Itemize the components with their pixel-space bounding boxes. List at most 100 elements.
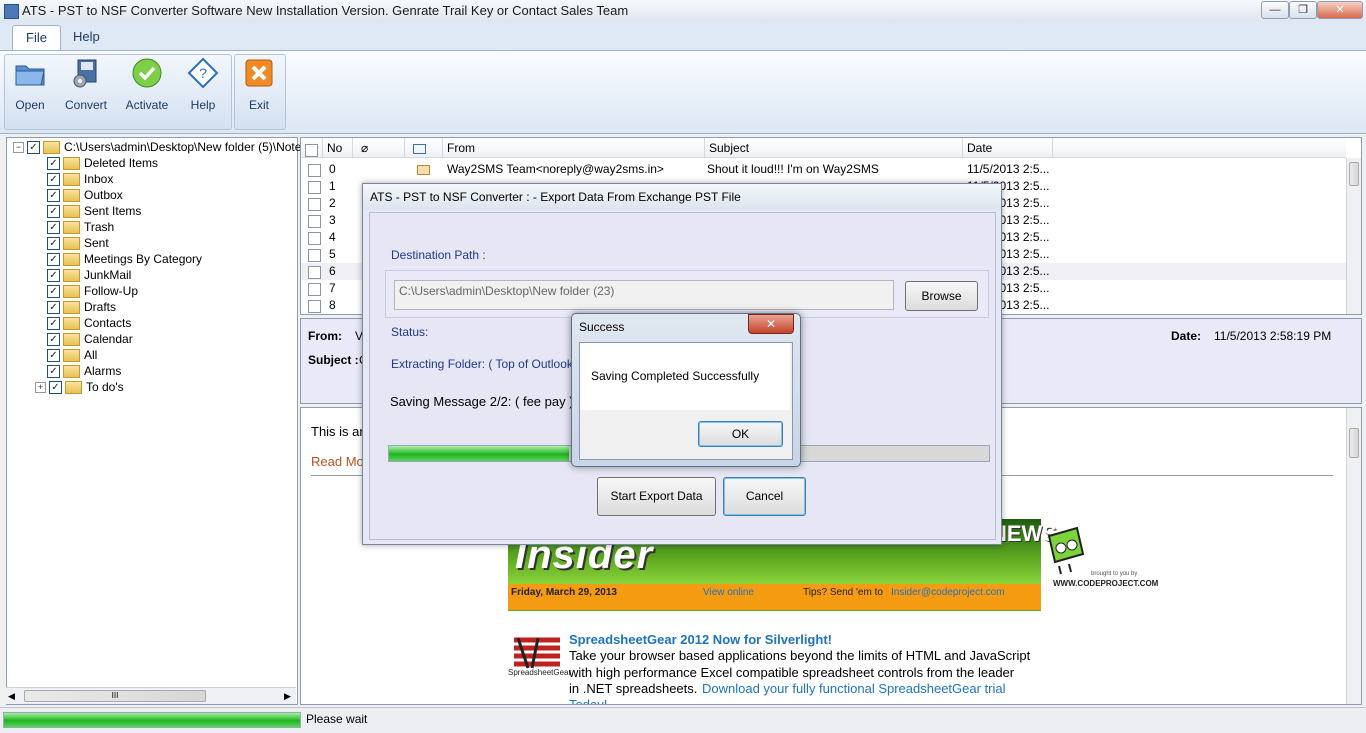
tree-item-label: Drafts: [84, 300, 117, 314]
tree-item-checkbox[interactable]: ✓: [47, 221, 60, 235]
tree-item-checkbox[interactable]: ✓: [47, 333, 60, 347]
column-read[interactable]: [405, 138, 443, 158]
row-checkbox[interactable]: [308, 249, 321, 262]
expand-icon[interactable]: +: [35, 382, 46, 394]
select-all-checkbox[interactable]: [305, 144, 318, 158]
tree-root[interactable]: − ✓ C:\Users\admin\Desktop\New folder (5)\…: [13, 139, 318, 155]
tree-item[interactable]: ✓ JunkMail: [47, 267, 131, 283]
tree-item-checkbox[interactable]: ✓: [47, 189, 60, 203]
tree-item[interactable]: ✓ Sent: [47, 235, 109, 251]
tree-item[interactable]: ✓ Calendar: [47, 331, 133, 347]
tab-help[interactable]: Help: [60, 25, 113, 49]
banner-view-online-link[interactable]: View online: [703, 587, 754, 598]
ad-line-1: Take your browser based applications bey…: [569, 648, 1031, 663]
tree-item[interactable]: ✓ Outbox: [47, 187, 123, 203]
row-checkbox[interactable]: [308, 164, 321, 177]
ad-title-link[interactable]: SpreadsheetGear 2012 Now for Silverlight…: [569, 632, 832, 647]
tree-item[interactable]: ✓ Deleted Items: [47, 155, 158, 171]
convert-button[interactable]: Convert: [60, 55, 112, 115]
export-dialog-title-bar: ATS - PST to NSF Converter : - Export Da…: [363, 184, 1001, 210]
help-button[interactable]: ? Help: [180, 55, 226, 115]
start-export-button[interactable]: Start Export Data: [597, 477, 716, 516]
row-checkbox[interactable]: [308, 300, 321, 313]
tree-item[interactable]: ✓ Inbox: [47, 171, 113, 187]
folder-icon: [43, 141, 60, 155]
list-vertical-scrollbar[interactable]: [1346, 158, 1361, 314]
ad-today-link[interactable]: Today!: [569, 697, 607, 704]
column-from[interactable]: From: [443, 138, 705, 158]
maximize-button[interactable]: ❐: [1289, 1, 1317, 19]
browse-button[interactable]: Browse: [905, 281, 978, 311]
success-close-button[interactable]: ✕: [748, 314, 794, 334]
tree-item-checkbox[interactable]: ✓: [47, 157, 60, 171]
tree-item-checkbox[interactable]: ✓: [47, 285, 60, 299]
tree-item[interactable]: ✓ Drafts: [47, 299, 116, 315]
tree-item-checkbox[interactable]: ✓: [47, 237, 60, 251]
list-scroll-thumb[interactable]: [1349, 162, 1359, 186]
minimize-button[interactable]: —: [1261, 1, 1289, 19]
activate-button[interactable]: Activate: [120, 55, 174, 115]
tree-root-label: C:\Users\admin\Desktop\New folder (5)\No…: [64, 140, 319, 154]
date-value: 11/5/2013 2:58:19 PM: [1214, 329, 1332, 343]
collapse-icon[interactable]: −: [13, 142, 24, 154]
tree-horizontal-scrollbar[interactable]: ◀ III ▶: [6, 687, 296, 704]
tree-scroll-thumb[interactable]: III: [24, 690, 206, 702]
tree-item-label: Contacts: [84, 316, 132, 330]
tree-item[interactable]: ✓ Meetings By Category: [47, 251, 202, 267]
row-checkbox[interactable]: [308, 198, 321, 211]
ok-button[interactable]: OK: [698, 421, 783, 447]
row-checkbox[interactable]: [308, 283, 321, 296]
tree-item-checkbox[interactable]: ✓: [47, 365, 60, 379]
tab-file[interactable]: File: [12, 25, 61, 50]
row-checkbox[interactable]: [308, 181, 321, 194]
row-checkbox[interactable]: [308, 232, 321, 245]
read-more-link[interactable]: Read Mor: [311, 454, 368, 469]
tree-item-checkbox[interactable]: ✓: [49, 381, 62, 395]
tree-item-label: Sent Items: [84, 204, 142, 218]
ad-download-link[interactable]: Download your fully functional Spreadshe…: [702, 681, 1006, 696]
row-from: Way2SMS Team<noreply@way2sms.in>: [447, 162, 664, 176]
tree-item-checkbox[interactable]: ✓: [47, 205, 60, 219]
destination-path-input[interactable]: C:\Users\admin\Desktop\New folder (23): [394, 280, 894, 310]
exit-button[interactable]: Exit: [238, 55, 280, 115]
banner-email-link[interactable]: Insider@codeproject.com: [891, 587, 1005, 598]
tree-item-checkbox[interactable]: ✓: [47, 301, 60, 315]
help-label: Help: [190, 98, 216, 112]
tree-item[interactable]: ✓ Alarms: [47, 363, 121, 379]
folder-icon: [63, 317, 80, 331]
scroll-right-arrow[interactable]: ▶: [284, 691, 291, 702]
folder-tree[interactable]: − ✓ C:\Users\admin\Desktop\New folder (5)\…: [6, 137, 318, 705]
tree-item[interactable]: + ✓ To do's: [35, 379, 124, 395]
select-all-header[interactable]: [301, 138, 323, 158]
tree-item-label: Calendar: [84, 332, 133, 346]
folder-icon: [63, 285, 80, 299]
tree-item-checkbox[interactable]: ✓: [47, 253, 60, 267]
row-no: 3: [329, 213, 336, 227]
tree-item[interactable]: ✓ Sent Items: [47, 203, 141, 219]
column-date[interactable]: Date: [963, 138, 1053, 158]
open-button[interactable]: Open: [8, 55, 52, 115]
tree-item-checkbox[interactable]: ✓: [47, 173, 60, 187]
tree-item[interactable]: ✓ All: [47, 347, 97, 363]
tree-item[interactable]: ✓ Trash: [47, 219, 114, 235]
column-subject[interactable]: Subject: [705, 138, 963, 158]
banner-site: WWW.CODEPROJECT.COM: [1053, 579, 1159, 588]
preview-scroll-thumb[interactable]: [1349, 428, 1359, 458]
row-checkbox[interactable]: [308, 215, 321, 228]
scroll-left-arrow[interactable]: ◀: [8, 691, 15, 702]
tree-item-checkbox[interactable]: ✓: [47, 317, 60, 331]
row-checkbox[interactable]: [308, 266, 321, 279]
activate-label: Activate: [125, 98, 169, 112]
tree-item-checkbox[interactable]: ✓: [47, 349, 60, 363]
codeproject-bob-icon: [1047, 526, 1085, 575]
cancel-button[interactable]: Cancel: [723, 477, 806, 516]
tree-root-checkbox[interactable]: ✓: [27, 141, 40, 155]
tree-item[interactable]: ✓ Contacts: [47, 315, 131, 331]
column-attachment[interactable]: ⌀: [353, 138, 405, 158]
tree-item-checkbox[interactable]: ✓: [47, 269, 60, 283]
preview-vertical-scrollbar[interactable]: [1346, 408, 1361, 704]
tree-item[interactable]: ✓ Follow-Up: [47, 283, 138, 299]
table-row[interactable]: 0 Way2SMS Team<noreply@way2sms.in> Shout i…: [301, 161, 1346, 178]
column-no[interactable]: No: [323, 138, 353, 158]
close-button[interactable]: ✕: [1317, 1, 1363, 19]
